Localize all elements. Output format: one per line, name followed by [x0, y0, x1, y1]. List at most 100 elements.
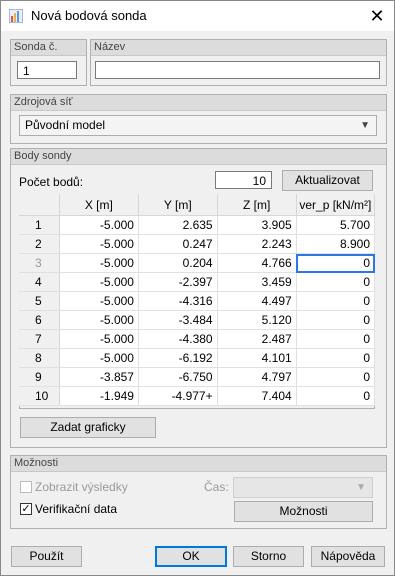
source-mesh-select[interactable]: Původní model ▼: [19, 115, 377, 136]
cell-x[interactable]: -5.000: [59, 272, 139, 292]
options-button[interactable]: Možnosti: [234, 501, 373, 522]
cell-y[interactable]: -2.397: [138, 272, 218, 292]
row-number[interactable]: 9: [19, 367, 60, 387]
row-number[interactable]: 10: [19, 386, 60, 406]
row-number[interactable]: 8: [19, 348, 60, 368]
table-row: 4 -5.000 -2.397 3.459 0: [19, 272, 376, 292]
point-count-label: Počet bodů:: [19, 175, 84, 189]
row-number[interactable]: 5: [19, 291, 60, 311]
cell-ver-p[interactable]: 0: [296, 329, 376, 349]
cell-y[interactable]: -4.380: [138, 329, 218, 349]
cell-y[interactable]: 0.204: [138, 253, 218, 273]
cell-z[interactable]: 4.101: [217, 348, 297, 368]
row-number[interactable]: 4: [19, 272, 60, 292]
table-row: 8 -5.000 -6.192 4.101 0: [19, 348, 376, 368]
help-button[interactable]: Nápověda: [311, 546, 385, 567]
verification-data-label: Verifikační data: [35, 502, 118, 516]
verification-data-checkbox[interactable]: ✓: [20, 503, 32, 515]
cell-x[interactable]: -3.857: [59, 367, 139, 387]
table-row: 2 -5.000 0.247 2.243 8.900: [19, 234, 376, 254]
col-header-rownum: [19, 194, 60, 216]
ok-button[interactable]: OK: [155, 546, 227, 567]
cell-x[interactable]: -5.000: [59, 215, 139, 235]
cell-y[interactable]: -6.192: [138, 348, 218, 368]
cell-x[interactable]: -5.000: [59, 348, 139, 368]
cell-y[interactable]: -6.750: [138, 367, 218, 387]
cell-x[interactable]: -1.949: [59, 386, 139, 406]
apply-button[interactable]: Použít: [11, 546, 82, 567]
row-number[interactable]: 1: [19, 215, 60, 235]
cell-y[interactable]: -4.977+: [138, 386, 218, 406]
cell-ver-p[interactable]: 0: [296, 367, 376, 387]
row-number[interactable]: 6: [19, 310, 60, 330]
cell-ver-p-focused[interactable]: 0: [296, 253, 376, 273]
cell-z[interactable]: 2.487: [217, 329, 297, 349]
col-header-y[interactable]: Y [m]: [138, 194, 218, 216]
cell-y[interactable]: 0.247: [138, 234, 218, 254]
points-table: X [m] Y [m] Z [m] ver_p [kN/m²] 1 -5.000 2…: [19, 194, 376, 406]
update-button[interactable]: Aktualizovat: [282, 170, 373, 191]
row-number[interactable]: 3: [19, 253, 60, 273]
cell-z[interactable]: 4.766: [217, 253, 297, 273]
cell-ver-p[interactable]: 5.700: [296, 215, 376, 235]
col-header-ver-p[interactable]: ver_p [kN/m²]: [296, 194, 376, 216]
table-row: 5 -5.000 -4.316 4.497 0: [19, 291, 376, 311]
close-icon[interactable]: ✕: [360, 1, 394, 31]
row-number[interactable]: 7: [19, 329, 60, 349]
cell-ver-p[interactable]: 0: [296, 272, 376, 292]
cell-ver-p[interactable]: 0: [296, 386, 376, 406]
nazev-group: Název: [90, 39, 387, 86]
point-count-field[interactable]: 10: [215, 171, 272, 189]
cell-z[interactable]: 3.905: [217, 215, 297, 235]
chevron-down-icon: ▼: [356, 482, 366, 493]
col-header-x[interactable]: X [m]: [59, 194, 139, 216]
cell-z[interactable]: 2.243: [217, 234, 297, 254]
cell-ver-p[interactable]: 0: [296, 291, 376, 311]
nazev-label: Název: [91, 40, 386, 56]
window-title: Nová bodová sonda: [31, 8, 147, 23]
moznosti-label: Možnosti: [11, 456, 386, 472]
cancel-button[interactable]: Storno: [233, 546, 304, 567]
cell-x[interactable]: -5.000: [59, 253, 139, 273]
cell-x[interactable]: -5.000: [59, 329, 139, 349]
col-header-z[interactable]: Z [m]: [217, 194, 297, 216]
cell-ver-p[interactable]: 0: [296, 310, 376, 330]
cell-y[interactable]: -3.484: [138, 310, 218, 330]
cell-ver-p[interactable]: 0: [296, 348, 376, 368]
show-results-checkbox[interactable]: [20, 481, 32, 493]
nazev-field[interactable]: [95, 61, 380, 79]
table-row: 1 -5.000 2.635 3.905 5.700: [19, 215, 376, 235]
probe-app-icon: [9, 9, 23, 23]
cell-y[interactable]: -4.316: [138, 291, 218, 311]
cell-z[interactable]: 3.459: [217, 272, 297, 292]
sonda-number-field[interactable]: 1: [17, 61, 77, 79]
cell-z[interactable]: 4.797: [217, 367, 297, 387]
cell-x[interactable]: -5.000: [59, 310, 139, 330]
table-row: 6 -5.000 -3.484 5.120 0: [19, 310, 376, 330]
source-mesh-value: Původní model: [25, 118, 106, 132]
table-row: 7 -5.000 -4.380 2.487 0: [19, 329, 376, 349]
sonda-label: Sonda č.: [11, 40, 86, 56]
table-row: 9 -3.857 -6.750 4.797 0: [19, 367, 376, 387]
chevron-down-icon: ▼: [360, 120, 370, 131]
table-row: 10 -1.949 -4.977+ 7.404 0: [19, 386, 376, 406]
sonda-group: Sonda č. 1: [10, 39, 87, 86]
time-label: Čas:: [204, 480, 229, 494]
cell-z[interactable]: 5.120: [217, 310, 297, 330]
title-bar: Nová bodová sonda ✕: [1, 1, 394, 31]
cell-z[interactable]: 7.404: [217, 386, 297, 406]
cell-z[interactable]: 4.497: [217, 291, 297, 311]
dialog-window: Nová bodová sonda ✕ Sonda č. 1 Název Zdr…: [0, 0, 395, 576]
cell-ver-p[interactable]: 8.900: [296, 234, 376, 254]
table-header-row: X [m] Y [m] Z [m] ver_p [kN/m²]: [19, 194, 376, 216]
cell-y[interactable]: 2.635: [138, 215, 218, 235]
cell-x[interactable]: -5.000: [59, 234, 139, 254]
table-row: 3 -5.000 0.204 4.766 0: [19, 253, 376, 273]
row-number[interactable]: 2: [19, 234, 60, 254]
time-select[interactable]: ▼: [233, 477, 373, 498]
enter-graphically-button[interactable]: Zadat graficky: [20, 417, 156, 438]
body-label: Body sondy: [11, 149, 386, 165]
show-results-label: Zobrazit výsledky: [35, 480, 128, 494]
zdroj-group: Zdrojová síť Původní model ▼: [10, 94, 387, 144]
cell-x[interactable]: -5.000: [59, 291, 139, 311]
